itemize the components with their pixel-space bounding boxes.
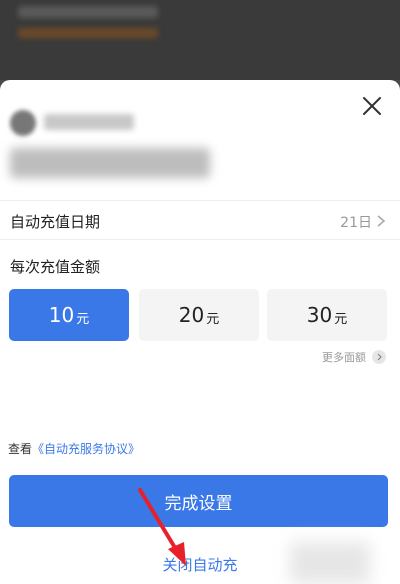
recharge-date-value: 21日 (340, 215, 372, 231)
complete-setup-button[interactable]: 完成设置 (9, 475, 388, 527)
blurred-phone-number (10, 148, 210, 178)
blurred-text (18, 6, 158, 18)
amount-value: 20 (178, 303, 205, 327)
amount-unit: 元 (334, 311, 348, 327)
disable-auto-recharge-link[interactable]: 关闭自动充 (0, 554, 400, 575)
agreement-text: 查看《自动充服务协议》 (8, 440, 140, 457)
more-amounts-link[interactable]: 更多面额 (322, 349, 386, 365)
close-icon[interactable] (358, 92, 386, 120)
amount-value: 10 (48, 303, 75, 327)
chevron-right-icon (372, 350, 386, 364)
recharge-amount-title: 每次充值金额 (10, 258, 101, 276)
avatar (10, 110, 36, 136)
more-amounts-label: 更多面额 (322, 351, 366, 364)
agreement-prefix: 查看 (8, 442, 33, 456)
chevron-right-icon (374, 213, 388, 227)
recharge-date-row[interactable]: 自动充值日期 21日 (0, 200, 400, 240)
blurred-account-name (44, 114, 134, 130)
amount-value: 30 (306, 303, 333, 327)
amount-options: 10 元 20 元 30 元 (9, 289, 389, 341)
amount-option-30[interactable]: 30 元 (267, 289, 387, 341)
blurred-text (18, 28, 158, 38)
amount-unit: 元 (206, 311, 220, 327)
agreement-link[interactable]: 《自动充服务协议》 (32, 442, 140, 456)
amount-unit: 元 (76, 311, 90, 327)
amount-option-20[interactable]: 20 元 (139, 289, 259, 341)
dimmed-background (0, 0, 400, 80)
recharge-date-label: 自动充值日期 (10, 213, 101, 231)
auto-recharge-sheet: 自动充值日期 21日 每次充值金额 10 元 20 元 30 元 更多面额 查看《自动… (0, 80, 400, 584)
amount-option-10[interactable]: 10 元 (9, 289, 129, 341)
